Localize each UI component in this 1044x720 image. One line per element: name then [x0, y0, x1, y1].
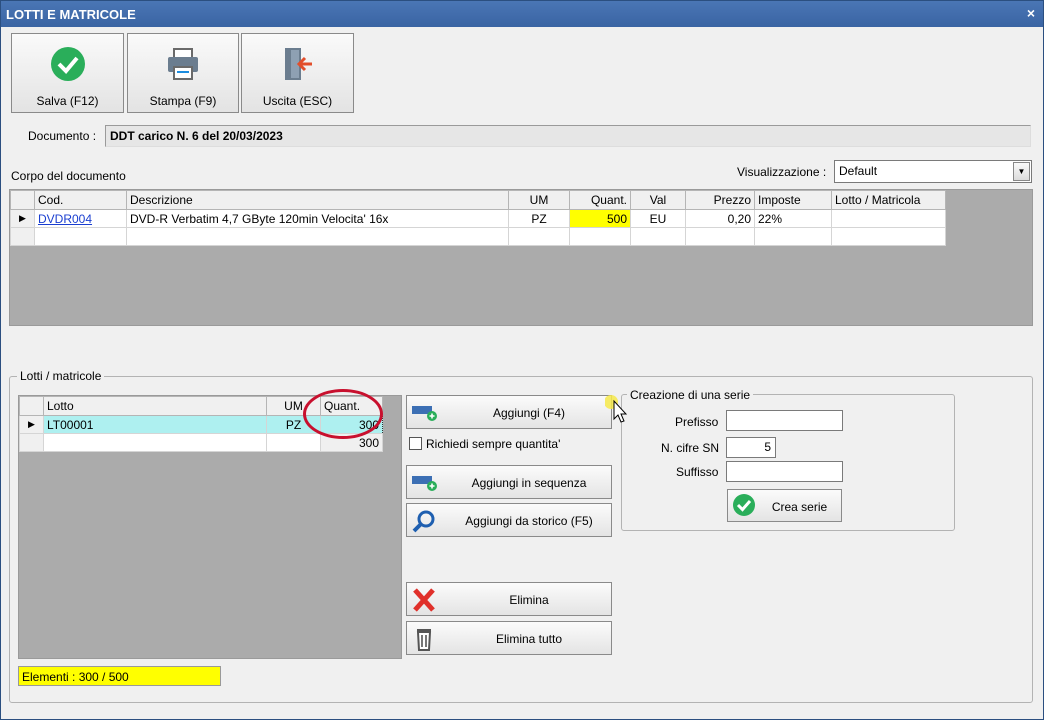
richiedi-label[interactable]: Richiedi sempre quantita' [426, 437, 560, 451]
cifre-input[interactable]: 5 [726, 437, 776, 458]
crea-serie-button[interactable]: Crea serie [727, 489, 842, 522]
empty-cell[interactable] [508, 227, 570, 246]
corpo-label: Corpo del documento [11, 169, 126, 183]
col-quant[interactable]: Quant. [569, 190, 631, 210]
cell-um[interactable]: PZ [508, 209, 570, 228]
close-icon[interactable]: × [1027, 5, 1035, 21]
elements-status: Elementi : 300 / 500 [18, 666, 221, 686]
annotation-circle [303, 389, 383, 439]
print-button[interactable]: Stampa (F9) [127, 33, 239, 113]
col-val[interactable]: Val [630, 190, 686, 210]
exit-label: Uscita (ESC) [262, 94, 333, 108]
empty-cell[interactable] [34, 227, 127, 246]
row-indicator-header [19, 396, 44, 416]
exit-door-icon [284, 48, 312, 80]
document-body-grid: Cod. Descrizione UM Quant. Val Prezzo Im… [9, 189, 1033, 326]
title-bar: LOTTI E MATRICOLE × [1, 1, 1043, 27]
cell-prezzo[interactable]: 0,20 [685, 209, 755, 228]
visualizzazione-value: Default [839, 164, 878, 178]
save-button[interactable]: Salva (F12) [11, 33, 124, 113]
cell-cod[interactable]: DVDR004 [34, 209, 127, 228]
suffisso-input[interactable] [726, 461, 843, 482]
add-row-icon [412, 406, 437, 421]
cell-quant[interactable]: 500 [569, 209, 631, 228]
empty-cell [266, 433, 321, 452]
visualizzazione-select[interactable]: Default ▼ [834, 160, 1032, 183]
cell-descrizione[interactable]: DVD-R Verbatim 4,7 GByte 120min Velocita… [126, 209, 509, 228]
serie-group-label: Creazione di una serie [627, 388, 754, 402]
aggiungi-button[interactable]: Aggiungi (F4) [406, 395, 612, 429]
cell-val[interactable]: EU [630, 209, 686, 228]
empty-cell[interactable] [754, 227, 832, 246]
visualizzazione-label: Visualizzazione : [737, 165, 827, 179]
prefisso-input[interactable] [726, 410, 843, 431]
aggiungi-sequenza-label: Aggiungi in sequenza [471, 476, 587, 490]
cell-lotto[interactable]: LT00001 [43, 415, 267, 434]
row-indicator-header [10, 190, 35, 210]
mouse-cursor-icon [605, 395, 627, 423]
empty-cell[interactable] [126, 227, 509, 246]
elimina-button[interactable]: Elimina [406, 582, 612, 616]
col-lotto[interactable]: Lotto [43, 396, 267, 416]
table-row-empty[interactable] [10, 227, 946, 246]
documento-label: Documento : [28, 129, 97, 143]
save-label: Salva (F12) [36, 94, 99, 108]
cod-link[interactable]: DVDR004 [38, 212, 92, 226]
add-row-icon [412, 476, 437, 491]
empty-cell[interactable] [831, 227, 946, 246]
elimina-tutto-button[interactable]: Elimina tutto [406, 621, 612, 655]
red-x-icon [413, 588, 435, 612]
empty-cell[interactable] [630, 227, 686, 246]
cell-imposte[interactable]: 22% [754, 209, 832, 228]
check-circle-icon [733, 494, 755, 516]
empty-cell [43, 433, 267, 452]
window-title: LOTTI E MATRICOLE [6, 7, 136, 22]
grid-header: Cod. Descrizione UM Quant. Val Prezzo Im… [10, 190, 946, 210]
col-descrizione[interactable]: Descrizione [126, 190, 509, 210]
elimina-label: Elimina [509, 593, 549, 607]
elimina-tutto-label: Elimina tutto [495, 632, 563, 646]
print-label: Stampa (F9) [149, 94, 217, 108]
magnifier-icon [412, 510, 435, 533]
dropdown-arrow-icon[interactable]: ▼ [1013, 162, 1030, 181]
empty-cell[interactable] [569, 227, 631, 246]
check-circle-icon [50, 47, 85, 81]
lotti-group-label: Lotti / matricole [17, 369, 105, 383]
aggiungi-sequenza-button[interactable]: Aggiungi in sequenza [406, 465, 612, 499]
trash-icon [416, 629, 432, 651]
row-indicator [19, 433, 44, 452]
row-indicator [10, 227, 35, 246]
col-prezzo[interactable]: Prezzo [685, 190, 755, 210]
cifre-label: N. cifre SN [661, 441, 720, 455]
row-pointer-icon: ▶ [10, 209, 35, 228]
suffisso-label: Suffisso [676, 465, 719, 479]
row-pointer-icon: ▶ [19, 415, 44, 434]
richiedi-checkbox[interactable] [409, 437, 422, 450]
cell-lotto[interactable] [831, 209, 946, 228]
col-cod[interactable]: Cod. [34, 190, 127, 210]
col-imposte[interactable]: Imposte [754, 190, 832, 210]
crea-serie-label: Crea serie [771, 500, 828, 514]
col-um[interactable]: UM [508, 190, 570, 210]
col-lotto-matricola[interactable]: Lotto / Matricola [831, 190, 946, 210]
lotti-matricole-window: LOTTI E MATRICOLE × Salva (F12) Stampa (… [0, 0, 1044, 720]
aggiungi-storico-button[interactable]: Aggiungi da storico (F5) [406, 503, 612, 537]
aggiungi-label: Aggiungi (F4) [492, 406, 566, 420]
prefisso-label: Prefisso [675, 415, 719, 429]
table-row[interactable]: ▶ DVDR004 DVD-R Verbatim 4,7 GByte 120mi… [10, 209, 946, 228]
aggiungi-storico-label: Aggiungi da storico (F5) [465, 514, 593, 528]
printer-icon [168, 48, 198, 80]
documento-field: DDT carico N. 6 del 20/03/2023 [105, 125, 1031, 147]
empty-cell[interactable] [685, 227, 755, 246]
exit-button[interactable]: Uscita (ESC) [241, 33, 354, 113]
